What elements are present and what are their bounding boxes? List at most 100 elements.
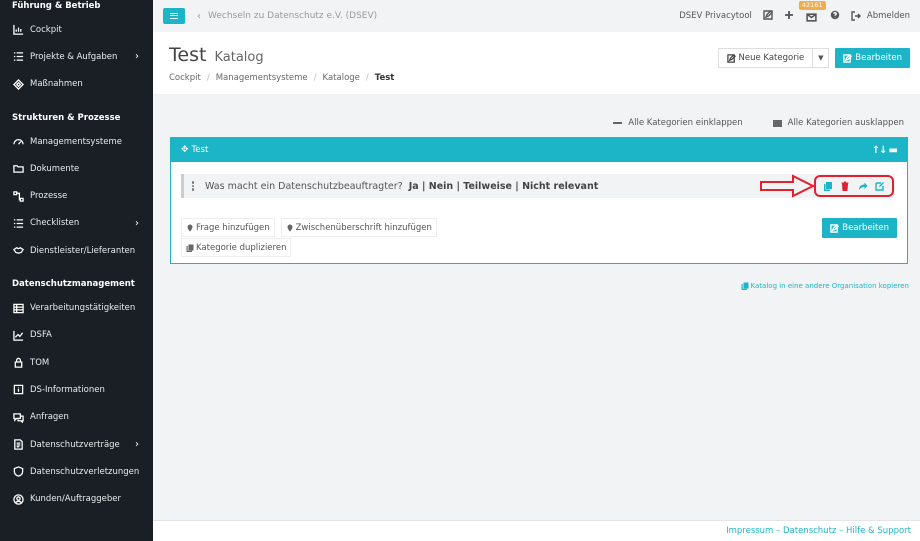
top-bar: ‹ Wechseln zu Datenschutz e.V. (DSEV) DS…	[153, 0, 920, 32]
header-actions: Neue Kategorie ▼ Bearbeiten	[717, 48, 910, 68]
expand-all-link[interactable]: Alle Kategorien ausklappen	[772, 118, 904, 128]
sidebar-item-label: DSFA	[30, 330, 52, 341]
arrow-down-icon[interactable]: ↓	[879, 145, 887, 156]
edit-catalog-button[interactable]: Bearbeiten	[835, 48, 910, 68]
collapse-all-link[interactable]: Alle Kategorien einklappen	[613, 118, 743, 128]
sidebar-item-label: Projekte & Aufgaben	[30, 51, 118, 62]
sidebar-item-dokumente[interactable]: Dokumente	[0, 155, 153, 182]
category-title: Test	[191, 145, 209, 155]
breadcrumb-item[interactable]: Managementsysteme	[216, 73, 308, 83]
chevron-left-icon: ‹	[197, 10, 201, 22]
edit-icon[interactable]	[875, 181, 885, 191]
shield-icon	[12, 466, 24, 478]
gauge-icon	[12, 136, 24, 148]
folder-icon	[12, 163, 24, 175]
new-category-dropdown-button[interactable]: ▼	[813, 48, 830, 68]
sidebar-item-verletzungen[interactable]: Datenschutzverletzungen	[0, 458, 153, 485]
chevron-right-icon: ›	[135, 217, 139, 229]
chevron-right-icon: ›	[135, 51, 139, 63]
edit-category-label: Bearbeiten	[842, 223, 889, 233]
drag-handle-icon[interactable]	[191, 180, 195, 191]
chat-icon	[12, 411, 24, 423]
sidebar-item-label: DS-Informationen	[30, 384, 105, 395]
question-text: Was macht ein Datenschutzbeauftragter?	[205, 180, 403, 192]
copy-icon[interactable]	[823, 181, 833, 191]
sidebar-item-label: Cockpit	[30, 24, 62, 35]
sidebar-heading-strukturen: Strukturen & Prozesse	[12, 112, 121, 123]
breadcrumb-separator: /	[206, 73, 210, 83]
sidebar-item-kunden[interactable]: Kunden/Auftraggeber	[0, 485, 153, 512]
help-icon[interactable]	[830, 10, 840, 23]
logout-label: Abmelden	[866, 11, 910, 21]
sidebar-item-ds-informationen[interactable]: DS-Informationen	[0, 376, 153, 403]
sidebar-item-managementsysteme[interactable]: Managementsysteme	[0, 128, 153, 155]
sidebar-item-label: Maßnahmen	[30, 79, 83, 90]
sidebar-item-projekte[interactable]: Projekte & Aufgaben ›	[0, 43, 153, 70]
copy-catalog-link[interactable]: Katalog in eine andere Organisation kopi…	[741, 282, 909, 290]
table-icon	[12, 302, 24, 314]
expand-all-label: Alle Kategorien ausklappen	[787, 118, 904, 128]
copy-icon	[741, 282, 749, 290]
breadcrumb-item[interactable]: Cockpit	[169, 73, 201, 83]
footer-links[interactable]: Impressum – Datenschutz – Hilfe & Suppor…	[726, 526, 911, 536]
window-icon	[772, 119, 782, 127]
diamond-icon	[12, 78, 24, 90]
question-actions	[814, 175, 894, 197]
edit-category-button[interactable]: Bearbeiten	[822, 218, 897, 238]
logout-button[interactable]: Abmelden	[851, 11, 910, 21]
sidebar-item-dsfa[interactable]: DSFA	[0, 322, 153, 349]
lock-icon	[12, 357, 24, 369]
duplicate-category-button[interactable]: Kategorie duplizieren	[181, 238, 292, 257]
sidebar-item-massnahmen[interactable]: Maßnahmen	[0, 71, 153, 98]
add-subheading-label: Zwischenüberschrift hinzufügen	[295, 222, 432, 233]
map-pin-icon	[187, 224, 193, 231]
share-icon[interactable]	[858, 181, 868, 191]
caret-down-icon: ▼	[818, 54, 824, 62]
category-card: ✥ Test ↑↓ ▬ Was macht ein Datenschutzbeau…	[170, 137, 908, 264]
category-header[interactable]: ✥ Test ↑↓ ▬	[171, 138, 907, 162]
sidebar-heading-datenschutz: Datenschutzmanagement	[12, 279, 135, 290]
menu-toggle-button[interactable]	[163, 8, 185, 24]
question-row[interactable]: Was macht ein Datenschutzbeauftragter? J…	[181, 174, 895, 198]
sidebar-item-tom[interactable]: TOM	[0, 349, 153, 376]
sidebar-item-anfragen[interactable]: Anfragen	[0, 404, 153, 431]
new-category-button[interactable]: Neue Kategorie	[717, 48, 814, 68]
page-subtitle: Katalog	[214, 50, 264, 65]
add-question-button[interactable]: Frage hinzufügen	[181, 218, 275, 237]
sidebar-item-label: Prozesse	[30, 191, 68, 202]
move-icon[interactable]: ✥	[181, 145, 189, 155]
contract-icon	[12, 439, 24, 451]
checklist-icon	[12, 217, 24, 229]
page-title-text: Test	[169, 44, 207, 66]
plus-icon[interactable]	[784, 10, 794, 23]
minimize-icon[interactable]: ▬	[889, 145, 899, 156]
trash-icon[interactable]	[840, 181, 850, 191]
minus-icon	[613, 122, 623, 124]
top-right-tools: DSEV Privacytool 42161 Abmelden	[668, 0, 910, 32]
sidebar-item-verarbeitung[interactable]: Verarbeitungstätigkeiten	[0, 294, 153, 321]
sidebar-item-vertraege[interactable]: Datenschutzverträge ›	[0, 431, 153, 458]
process-icon	[12, 190, 24, 202]
sidebar-item-label: Anfragen	[30, 412, 69, 423]
switch-organization-link[interactable]: ‹ Wechseln zu Datenschutz e.V. (DSEV)	[197, 11, 377, 22]
breadcrumb-item[interactable]: Kataloge	[323, 73, 360, 83]
edit-icon	[726, 53, 736, 63]
chevron-right-icon: ›	[135, 439, 139, 450]
sidebar-item-cockpit[interactable]: Cockpit	[0, 16, 153, 43]
edit-icon[interactable]	[763, 9, 773, 23]
sidebar-item-checklisten[interactable]: Checklisten ›	[0, 210, 153, 237]
sidebar-item-label: Datenschutzverletzungen	[30, 466, 140, 477]
sidebar-item-prozesse[interactable]: Prozesse	[0, 182, 153, 209]
add-subheading-button[interactable]: Zwischenüberschrift hinzufügen	[280, 218, 437, 237]
sidebar-item-dienstleister[interactable]: Dienstleister/Lieferanten	[0, 237, 153, 264]
list-icon	[12, 51, 24, 63]
hamburger-icon	[170, 13, 178, 19]
page-header: Test Katalog Cockpit / Managementsysteme…	[153, 32, 920, 94]
page-title: Test Katalog	[169, 44, 264, 66]
add-question-label: Frage hinzufügen	[196, 222, 270, 233]
sidebar-heading-fuehrung: Führung & Betrieb	[12, 1, 101, 11]
map-pin-icon	[287, 224, 293, 231]
sidebar-item-label: Verarbeitungstätigkeiten	[30, 303, 136, 314]
organization-name[interactable]: DSEV Privacytool	[679, 11, 752, 21]
messages-button[interactable]: 42161	[798, 1, 826, 23]
